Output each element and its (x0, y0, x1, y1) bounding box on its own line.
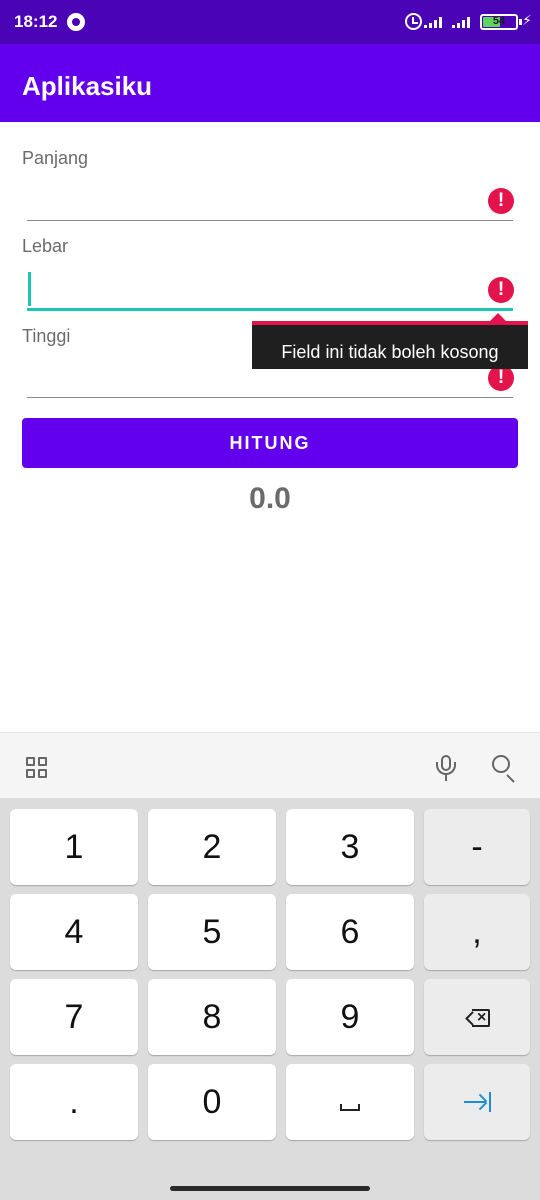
key-3[interactable]: 3 (286, 809, 414, 885)
tooltip-arrow (490, 313, 506, 321)
home-indicator[interactable] (170, 1186, 370, 1191)
error-icon: ! (488, 277, 514, 303)
field-underline-focused (27, 308, 513, 311)
app-bar: Aplikasiku (0, 44, 540, 122)
key-6[interactable]: 6 (286, 894, 414, 970)
key-2[interactable]: 2 (148, 809, 276, 885)
hitung-button[interactable]: HITUNG (22, 418, 518, 468)
field-panjang[interactable]: Panjang ! (22, 146, 518, 226)
error-icon: ! (488, 188, 514, 214)
backspace-key[interactable]: × (424, 979, 530, 1055)
field-lebar[interactable]: Lebar ! (22, 234, 518, 314)
backspace-icon: × (465, 1009, 491, 1027)
grid-icon[interactable] (26, 757, 48, 779)
key-period[interactable]: . (10, 1064, 138, 1140)
keyboard-toolbar (0, 732, 540, 798)
field-underline (27, 220, 513, 221)
text-cursor (28, 272, 31, 306)
tab-next-key[interactable] (424, 1064, 530, 1140)
space-key[interactable] (286, 1064, 414, 1140)
status-bar: 18:12 54 ⚡ (0, 0, 540, 44)
charging-bolt-icon: ⚡ (522, 13, 532, 29)
field-underline (27, 397, 513, 398)
key-minus[interactable]: - (424, 809, 530, 885)
battery-level: 54 (492, 15, 506, 27)
key-4[interactable]: 4 (10, 894, 138, 970)
status-icons: 54 ⚡ (392, 10, 532, 34)
field-label-lebar: Lebar (22, 236, 69, 256)
tab-icon (464, 1092, 492, 1112)
mic-icon[interactable] (435, 755, 457, 783)
signal-icon (452, 16, 474, 28)
key-comma[interactable]: , (424, 894, 530, 970)
field-label-tinggi: Tinggi (22, 326, 71, 346)
key-5[interactable]: 5 (148, 894, 276, 970)
status-time: 18:12 (14, 12, 58, 31)
key-7[interactable]: 7 (10, 979, 138, 1055)
key-1[interactable]: 1 (10, 809, 138, 885)
signal-icon (424, 16, 446, 28)
search-icon[interactable] (492, 755, 518, 783)
result-value: 0.0 (249, 482, 291, 515)
field-label-panjang: Panjang (22, 148, 89, 168)
gear-icon (67, 13, 85, 31)
alarm-icon (405, 13, 422, 30)
app-title: Aplikasiku (22, 71, 153, 101)
numeric-keyboard: 1 2 3 - 4 5 6 , 7 8 9 × . 0 (0, 798, 540, 1200)
key-0[interactable]: 0 (148, 1064, 276, 1140)
error-tooltip: Field ini tidak boleh kosong (252, 321, 528, 369)
key-9[interactable]: 9 (286, 979, 414, 1055)
key-8[interactable]: 8 (148, 979, 276, 1055)
space-icon (340, 1104, 360, 1111)
battery-icon: 54 (480, 14, 518, 30)
